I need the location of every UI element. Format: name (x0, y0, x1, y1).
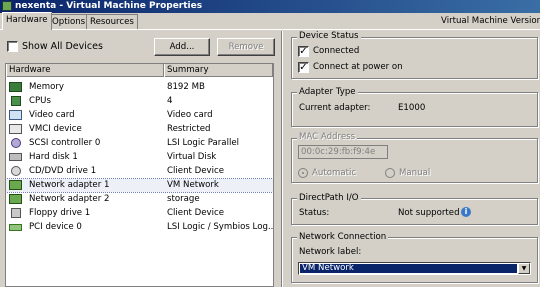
table-header: Hardware Summary (6, 64, 273, 77)
scsi-icon (11, 138, 21, 148)
connected-label: Connected (313, 46, 360, 56)
row-summary: Client Device (167, 166, 225, 176)
video-card-icon (9, 110, 22, 120)
row-summary: Restricted (167, 124, 211, 134)
connect-at-power-on-checkbox[interactable]: ✓ (298, 62, 309, 73)
directpath-title: DirectPath I/O (297, 193, 361, 204)
directpath-status-label: Status: (299, 208, 330, 218)
table-row[interactable]: Hard disk 1 Virtual Disk (6, 151, 273, 164)
automatic-radio[interactable] (298, 168, 308, 178)
table-row[interactable]: VMCI device Restricted (6, 123, 273, 136)
row-summary: 4 (167, 96, 173, 106)
adapter-type-title: Adapter Type (297, 87, 358, 98)
vm-version: Virtual Machine Version: 8 (441, 16, 540, 26)
row-hardware: Network adapter 1 (29, 180, 110, 190)
hardware-table: Hardware Summary Memory 8192 MB CPUs 4 V… (5, 63, 274, 287)
row-summary: Video card (167, 110, 213, 120)
memory-icon (9, 82, 22, 92)
network-connection-group (291, 237, 538, 283)
network-label-label: Network label: (299, 247, 362, 257)
cpu-icon (11, 96, 21, 106)
network-label-select[interactable]: VM Network ▼ (298, 262, 531, 275)
current-adapter-value: E1000 (398, 103, 426, 113)
row-hardware: Memory (29, 82, 64, 92)
row-hardware: Floppy drive 1 (29, 208, 91, 218)
vm-app-icon (2, 1, 12, 11)
tab-divider (0, 29, 540, 30)
tab-resources[interactable]: Resources (86, 14, 138, 29)
manual-label: Manual (399, 168, 431, 178)
network-adapter-icon (9, 194, 22, 204)
table-row[interactable]: Floppy drive 1 Client Device (6, 207, 273, 220)
add-button-label: Add... (169, 42, 195, 52)
directpath-status-value: Not supported (398, 208, 460, 218)
tab-options[interactable]: Options (48, 14, 90, 29)
cd-dvd-icon (11, 166, 21, 176)
row-summary: VM Network (167, 180, 219, 190)
remove-button[interactable]: Remove (217, 38, 275, 56)
tab-resources-label: Resources (90, 17, 134, 27)
row-summary: LSI Logic Parallel (167, 138, 240, 148)
network-label-selected: VM Network (300, 264, 517, 273)
table-row[interactable]: PCI device 0 LSI Logic / Symbios Log... (6, 221, 273, 234)
add-button[interactable]: Add... (154, 38, 210, 56)
table-row[interactable]: CD/DVD drive 1 Client Device (6, 165, 273, 178)
column-header-hardware[interactable]: Hardware (6, 64, 164, 77)
current-adapter-label: Current adapter: (299, 103, 371, 113)
hard-disk-icon (9, 153, 22, 161)
row-hardware: Video card (29, 110, 75, 120)
row-summary: LSI Logic / Symbios Log... (167, 222, 274, 232)
mac-address-title: MAC Address (297, 132, 358, 143)
table-row[interactable]: Network adapter 1 VM Network (6, 178, 273, 193)
row-summary: Virtual Disk (167, 152, 217, 162)
tab-options-label: Options (52, 17, 86, 27)
pci-device-icon (9, 224, 22, 231)
title-bar: nexenta - Virtual Machine Properties (0, 0, 540, 13)
column-header-summary[interactable]: Summary (164, 64, 273, 77)
manual-radio[interactable] (385, 168, 395, 178)
row-summary: storage (167, 194, 200, 204)
table-row[interactable]: Memory 8192 MB (6, 81, 273, 94)
panel-splitter[interactable] (281, 31, 283, 287)
connected-checkbox[interactable]: ✓ (298, 46, 309, 57)
vmci-icon (9, 124, 22, 134)
table-row[interactable]: Video card Video card (6, 109, 273, 122)
row-summary: 8192 MB (167, 82, 205, 92)
table-row[interactable]: Network adapter 2 storage (6, 193, 273, 206)
table-row[interactable]: SCSI controller 0 LSI Logic Parallel (6, 137, 273, 150)
mac-address-field[interactable]: 00:0c:29:fb:f9:4e (298, 145, 388, 159)
chevron-down-icon[interactable]: ▼ (518, 263, 530, 274)
remove-button-label: Remove (228, 42, 264, 52)
row-hardware: Network adapter 2 (29, 194, 110, 204)
show-all-devices-checkbox[interactable] (7, 41, 18, 52)
check-icon: ✓ (299, 62, 308, 73)
connect-at-power-on-label: Connect at power on (313, 62, 403, 72)
row-hardware: CPUs (29, 96, 51, 106)
info-icon[interactable]: i (461, 207, 471, 217)
row-hardware: PCI device 0 (29, 222, 82, 232)
row-hardware: SCSI controller 0 (29, 138, 101, 148)
network-connection-title: Network Connection (297, 232, 389, 243)
row-summary: Client Device (167, 208, 225, 218)
tab-hardware[interactable]: Hardware (2, 12, 52, 30)
row-hardware: CD/DVD drive 1 (29, 166, 97, 176)
tab-hardware-label: Hardware (6, 15, 48, 25)
network-adapter-icon (9, 180, 22, 190)
device-status-title: Device Status (297, 31, 361, 42)
device-status-group (291, 37, 538, 79)
floppy-icon (11, 208, 21, 218)
table-row[interactable]: CPUs 4 (6, 95, 273, 108)
check-icon: ✓ (299, 46, 308, 57)
automatic-label: Automatic (312, 168, 357, 178)
row-hardware: Hard disk 1 (29, 152, 78, 162)
show-all-devices-label: Show All Devices (22, 41, 103, 52)
row-hardware: VMCI device (29, 124, 82, 134)
